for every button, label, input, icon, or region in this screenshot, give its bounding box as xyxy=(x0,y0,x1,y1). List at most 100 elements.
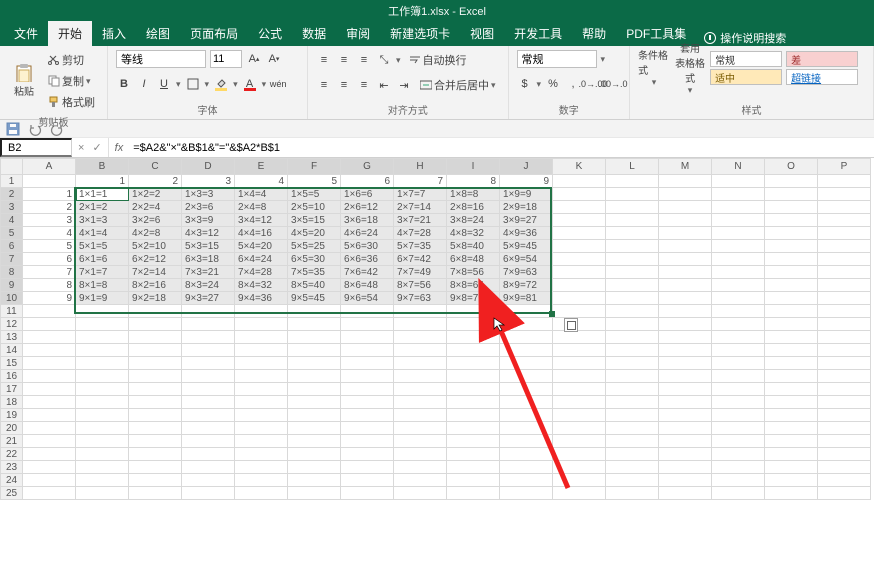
cell-J20[interactable] xyxy=(500,422,553,435)
cell-F12[interactable] xyxy=(288,318,341,331)
cell-D9[interactable]: 8×3=24 xyxy=(182,279,235,292)
cell-B24[interactable] xyxy=(76,474,129,487)
cell-M16[interactable] xyxy=(659,370,712,383)
row-header-18[interactable]: 18 xyxy=(1,396,23,409)
cell-O3[interactable] xyxy=(765,201,818,214)
row-header-19[interactable]: 19 xyxy=(1,409,23,422)
cell-B3[interactable]: 2×1=2 xyxy=(76,201,129,214)
copy-button[interactable]: 复制▾ xyxy=(44,71,99,91)
cell-L17[interactable] xyxy=(606,383,659,396)
merge-center-button[interactable]: 合并后居中▾ xyxy=(416,75,500,95)
cell-M25[interactable] xyxy=(659,487,712,500)
tab-help[interactable]: 帮助 xyxy=(572,21,616,46)
cell-style-normal[interactable]: 常规 xyxy=(710,51,782,67)
cell-H14[interactable] xyxy=(394,344,447,357)
cell-H16[interactable] xyxy=(394,370,447,383)
cell-O17[interactable] xyxy=(765,383,818,396)
cell-L2[interactable] xyxy=(606,188,659,201)
cell-B5[interactable]: 4×1=4 xyxy=(76,227,129,240)
cell-L25[interactable] xyxy=(606,487,659,500)
accounting-button[interactable]: $ xyxy=(517,76,533,92)
cell-N4[interactable] xyxy=(712,214,765,227)
cell-E2[interactable]: 1×4=4 xyxy=(235,188,288,201)
orientation-more[interactable]: ▾ xyxy=(396,55,401,66)
fill-handle[interactable] xyxy=(549,311,555,317)
cell-M1[interactable] xyxy=(659,175,712,188)
cell-C13[interactable] xyxy=(129,331,182,344)
cell-E15[interactable] xyxy=(235,357,288,370)
cancel-formula-icon[interactable]: × xyxy=(78,142,84,154)
underline-more[interactable]: ▾ xyxy=(176,79,181,90)
cell-F3[interactable]: 2×5=10 xyxy=(288,201,341,214)
cell-I8[interactable]: 7×8=56 xyxy=(447,266,500,279)
cell-H24[interactable] xyxy=(394,474,447,487)
cell-H5[interactable]: 4×7=28 xyxy=(394,227,447,240)
cell-M14[interactable] xyxy=(659,344,712,357)
cell-D22[interactable] xyxy=(182,448,235,461)
wrap-text-button[interactable]: 自动换行 xyxy=(405,50,471,70)
cell-G22[interactable] xyxy=(341,448,394,461)
cell-N11[interactable] xyxy=(712,305,765,318)
cell-K1[interactable] xyxy=(553,175,606,188)
cell-N24[interactable] xyxy=(712,474,765,487)
cell-A23[interactable] xyxy=(23,461,76,474)
cell-B16[interactable] xyxy=(76,370,129,383)
cell-B9[interactable]: 8×1=8 xyxy=(76,279,129,292)
cell-G15[interactable] xyxy=(341,357,394,370)
cell-K18[interactable] xyxy=(553,396,606,409)
cell-F20[interactable] xyxy=(288,422,341,435)
increase-font-button[interactable]: A▴ xyxy=(246,51,262,67)
cell-I24[interactable] xyxy=(447,474,500,487)
cell-D1[interactable]: 3 xyxy=(182,175,235,188)
cell-O25[interactable] xyxy=(765,487,818,500)
cell-I9[interactable]: 8×8=64 xyxy=(447,279,500,292)
cell-J11[interactable] xyxy=(500,305,553,318)
cell-G11[interactable] xyxy=(341,305,394,318)
cell-L11[interactable] xyxy=(606,305,659,318)
cell-J21[interactable] xyxy=(500,435,553,448)
cell-M12[interactable] xyxy=(659,318,712,331)
cell-O22[interactable] xyxy=(765,448,818,461)
cell-F8[interactable]: 7×5=35 xyxy=(288,266,341,279)
row-header-1[interactable]: 1 xyxy=(1,175,23,188)
cell-J22[interactable] xyxy=(500,448,553,461)
cell-F15[interactable] xyxy=(288,357,341,370)
cell-P6[interactable] xyxy=(818,240,871,253)
cell-L4[interactable] xyxy=(606,214,659,227)
cell-N17[interactable] xyxy=(712,383,765,396)
cell-K22[interactable] xyxy=(553,448,606,461)
cell-K17[interactable] xyxy=(553,383,606,396)
cell-E17[interactable] xyxy=(235,383,288,396)
cell-D12[interactable] xyxy=(182,318,235,331)
cell-N21[interactable] xyxy=(712,435,765,448)
cell-B22[interactable] xyxy=(76,448,129,461)
cell-C12[interactable] xyxy=(129,318,182,331)
cell-L23[interactable] xyxy=(606,461,659,474)
cell-I25[interactable] xyxy=(447,487,500,500)
cell-G23[interactable] xyxy=(341,461,394,474)
column-header-N[interactable]: N xyxy=(712,159,765,175)
cell-C2[interactable]: 1×2=2 xyxy=(129,188,182,201)
cell-K21[interactable] xyxy=(553,435,606,448)
cell-C5[interactable]: 4×2=8 xyxy=(129,227,182,240)
cell-P5[interactable] xyxy=(818,227,871,240)
cell-A11[interactable] xyxy=(23,305,76,318)
cell-H7[interactable]: 6×7=42 xyxy=(394,253,447,266)
cut-button[interactable]: 剪切 xyxy=(44,50,99,70)
cell-C6[interactable]: 5×2=10 xyxy=(129,240,182,253)
cell-M6[interactable] xyxy=(659,240,712,253)
border-more[interactable]: ▾ xyxy=(205,79,210,90)
cell-F24[interactable] xyxy=(288,474,341,487)
cell-I5[interactable]: 4×8=32 xyxy=(447,227,500,240)
row-header-21[interactable]: 21 xyxy=(1,435,23,448)
cell-O2[interactable] xyxy=(765,188,818,201)
cell-D25[interactable] xyxy=(182,487,235,500)
cell-P18[interactable] xyxy=(818,396,871,409)
cell-D3[interactable]: 2×3=6 xyxy=(182,201,235,214)
cell-G21[interactable] xyxy=(341,435,394,448)
cell-N19[interactable] xyxy=(712,409,765,422)
cell-N1[interactable] xyxy=(712,175,765,188)
cell-N14[interactable] xyxy=(712,344,765,357)
row-header-15[interactable]: 15 xyxy=(1,357,23,370)
cell-O12[interactable] xyxy=(765,318,818,331)
